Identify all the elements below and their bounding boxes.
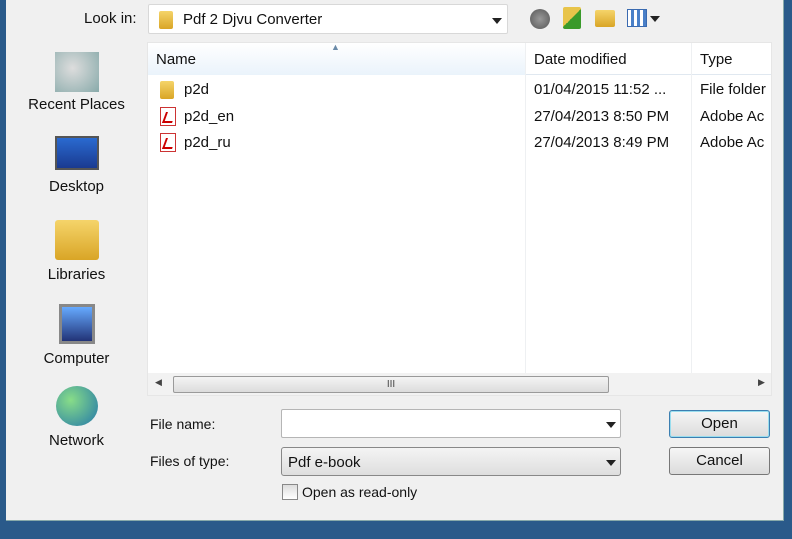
file-type: Adobe Ac	[700, 108, 765, 125]
chevron-down-icon[interactable]	[606, 422, 616, 428]
place-label: Libraries	[47, 266, 106, 283]
chevron-down-icon	[492, 18, 502, 24]
open-file-dialog: Look in: Pdf 2 Djvu Converter Recent Pla…	[6, 0, 784, 521]
read-only-label[interactable]: Open as read-only	[302, 484, 417, 500]
place-label: Computer	[43, 350, 110, 367]
place-computer[interactable]: Computer	[8, 304, 145, 367]
sort-ascending-icon: ▲	[331, 42, 340, 52]
chevron-down-icon	[606, 460, 616, 466]
scroll-right-icon[interactable]: ▶	[758, 377, 765, 388]
file-type-label: Files of type:	[150, 453, 230, 469]
file-row[interactable]: p2d_en 27/04/2013 8:50 PM Adobe Ac	[148, 104, 771, 130]
desktop-icon	[54, 136, 99, 170]
column-type[interactable]: Type	[691, 43, 773, 75]
scroll-left-icon[interactable]: ◀	[155, 377, 162, 388]
computer-icon	[58, 304, 95, 344]
place-label: Desktop	[48, 178, 105, 195]
file-row[interactable]: p2d 01/04/2015 11:52 ... File folder	[148, 77, 771, 103]
place-label: Network	[48, 432, 104, 449]
scrollbar-thumb[interactable]: III	[173, 376, 609, 393]
file-name: p2d_en	[184, 108, 235, 125]
file-list[interactable]: Name ▲ Date modified Type p2d 01/04/2015…	[147, 42, 772, 396]
back-icon[interactable]	[530, 9, 550, 29]
horizontal-scrollbar[interactable]: ◀ III ▶	[148, 373, 771, 395]
cancel-button[interactable]: Cancel	[669, 447, 770, 475]
look-in-combo[interactable]: Pdf 2 Djvu Converter	[148, 4, 508, 34]
place-desktop[interactable]: Desktop	[8, 136, 145, 195]
network-icon	[55, 386, 98, 426]
file-row[interactable]: p2d_ru 27/04/2013 8:49 PM Adobe Ac	[148, 130, 771, 156]
file-name-label: File name:	[150, 416, 216, 432]
place-libraries[interactable]: Libraries	[8, 220, 145, 283]
file-date: 27/04/2013 8:49 PM	[534, 134, 670, 151]
column-name[interactable]: Name ▲	[148, 42, 525, 75]
file-date: 01/04/2015 11:52 ...	[534, 81, 667, 98]
file-type-value: Pdf e-book	[288, 454, 361, 471]
new-folder-icon[interactable]	[595, 10, 615, 27]
folder-icon	[159, 11, 173, 29]
file-type: File folder	[700, 81, 766, 98]
read-only-checkbox[interactable]	[282, 484, 298, 500]
file-date: 27/04/2013 8:50 PM	[534, 108, 670, 125]
view-menu-icon[interactable]	[627, 9, 661, 29]
look-in-label: Look in:	[84, 10, 137, 27]
places-bar: Recent Places Desktop Libraries Computer…	[8, 44, 145, 464]
folder-icon	[160, 81, 174, 99]
place-label: Recent Places	[28, 96, 125, 113]
place-network[interactable]: Network	[8, 386, 145, 449]
file-type-select[interactable]: Pdf e-book	[281, 447, 621, 476]
file-name-input[interactable]	[281, 409, 621, 438]
file-name: p2d	[184, 81, 210, 98]
open-button[interactable]: Open	[669, 410, 770, 438]
file-type: Adobe Ac	[700, 134, 765, 151]
file-name: p2d_ru	[184, 134, 231, 151]
list-header: Name ▲ Date modified Type	[148, 42, 773, 75]
recent-places-icon	[54, 52, 99, 92]
pdf-icon	[160, 107, 176, 126]
column-date-modified[interactable]: Date modified	[525, 43, 691, 75]
libraries-icon	[54, 220, 99, 260]
pdf-icon	[160, 133, 176, 152]
place-recent-places[interactable]: Recent Places	[8, 52, 145, 113]
look-in-value: Pdf 2 Djvu Converter	[183, 11, 323, 28]
up-folder-icon[interactable]	[563, 7, 581, 29]
